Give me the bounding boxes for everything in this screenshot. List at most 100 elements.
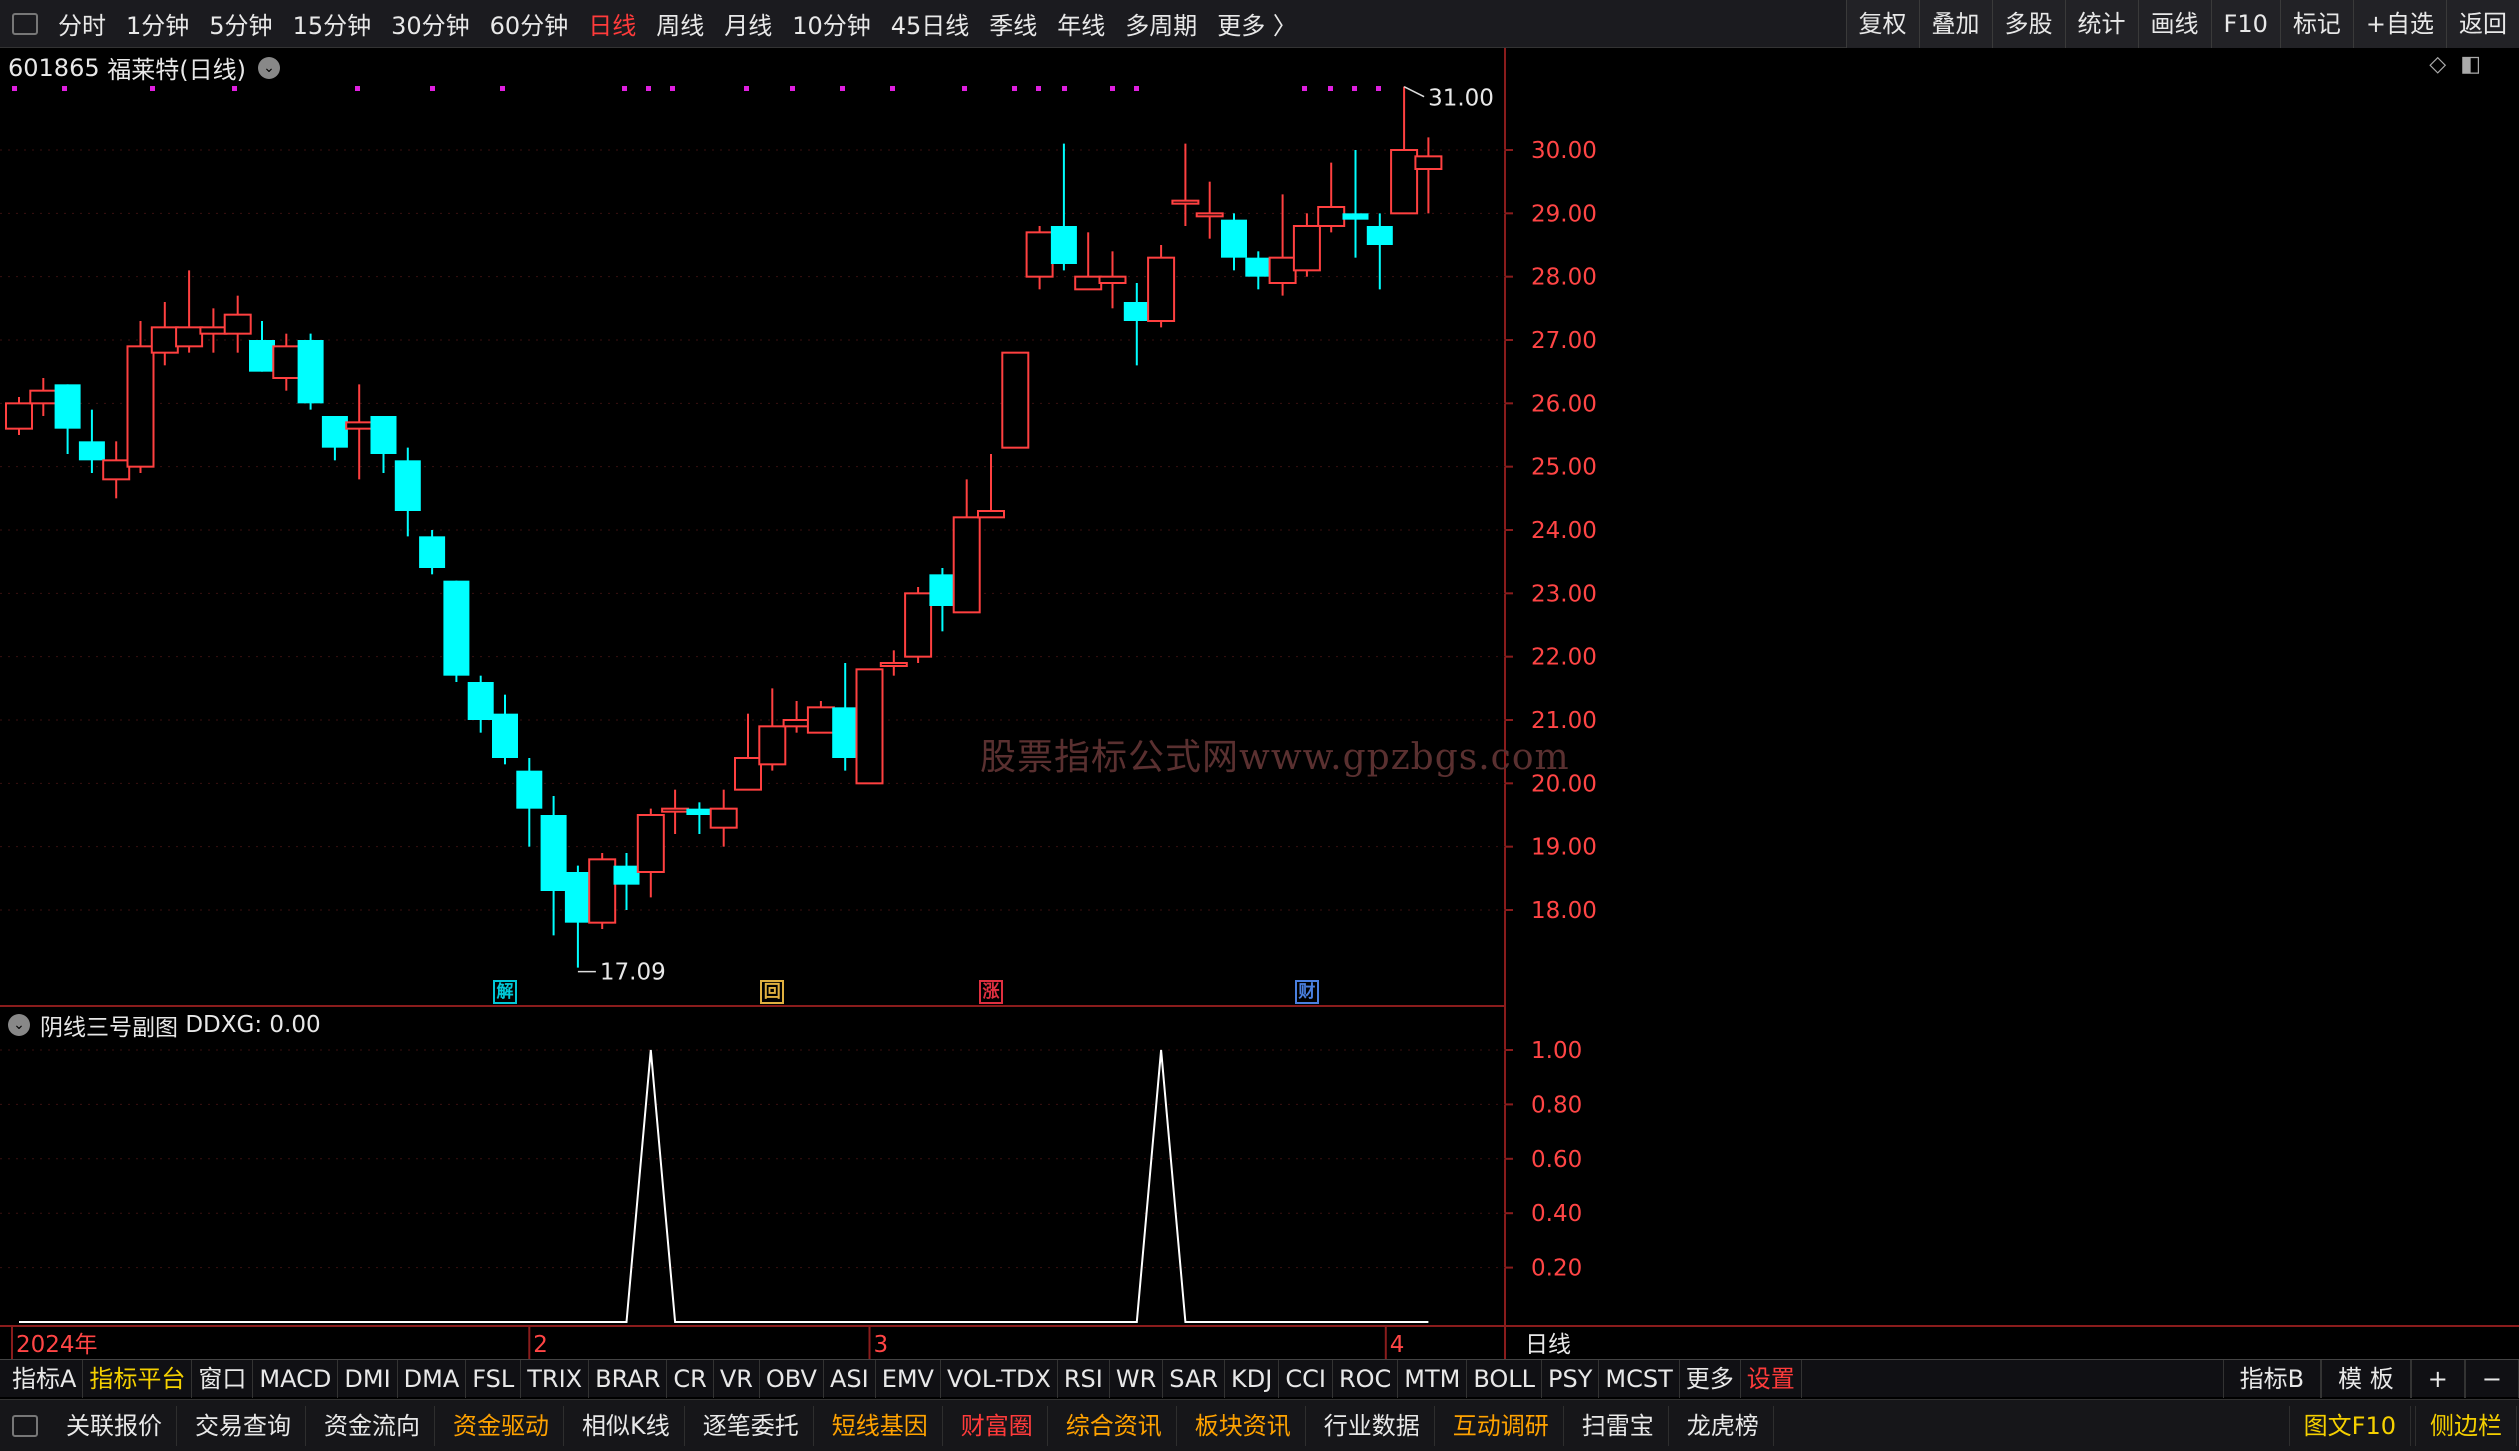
function-list: 关联报价 交易查询 资金流向 资金驱动 相似K线 逐笔委托 短线基因 财富圈 综合资讯 板块资讯行… — [50, 1405, 1776, 1446]
indicator-tab[interactable]: 更多 — [1680, 1359, 1741, 1398]
signal-dot — [1376, 86, 1381, 91]
candle-body-up — [345, 421, 374, 430]
candle-body-up — [977, 510, 1005, 519]
function-button[interactable]: 相似K线 — [568, 1405, 685, 1446]
function-button[interactable]: 关联报价 — [52, 1405, 177, 1446]
indicator-tab[interactable]: BOLL — [1467, 1359, 1543, 1398]
function-right-button[interactable]: 侧边栏 — [2415, 1406, 2517, 1446]
candle-body-down — [1123, 302, 1150, 321]
indicator-tab[interactable]: 指标A — [6, 1359, 84, 1398]
indicator-tab[interactable]: VOL-TDX — [941, 1359, 1058, 1398]
time-label: 4 — [1390, 1332, 1405, 1358]
function-button[interactable]: 资金流向 — [310, 1405, 435, 1446]
chevron-down-icon[interactable]: ⌄ — [8, 1014, 30, 1036]
candle-body-down — [832, 707, 859, 758]
price-label: 18.00 — [1531, 898, 1597, 924]
price-label: 23.00 — [1531, 581, 1597, 607]
indicator-tab[interactable]: TRIX — [521, 1359, 590, 1398]
candle-body-up — [952, 516, 981, 614]
candle-body-down — [54, 384, 81, 429]
candle-body-up — [1098, 275, 1127, 284]
chart-canvas[interactable]: 30.00 29.00 28.00 27.00 26.00 25.00 24.00 23.00… — [0, 0, 2519, 1359]
indicator-tab[interactable]: VR — [714, 1359, 760, 1398]
candle-body-down — [564, 872, 591, 923]
indicator-right-button[interactable]: − — [2464, 1360, 2519, 1398]
signal-dot — [622, 86, 627, 91]
signal-dot — [500, 86, 505, 91]
candle-body-down — [516, 770, 543, 809]
watermark: 股票指标公式网www.gpzbgs.com — [980, 737, 1570, 778]
indicator-tab[interactable]: BRAR — [589, 1359, 668, 1398]
indicator-tab[interactable]: 指标平台 — [83, 1359, 193, 1398]
indicator-tab[interactable]: DMI — [338, 1359, 398, 1398]
candle-body-down — [1366, 226, 1393, 245]
signal-dot — [744, 86, 749, 91]
sub-chart-value: DDXG: 0.00 — [185, 1012, 321, 1038]
indicator-right-button[interactable]: + — [2410, 1360, 2465, 1398]
high-label: 31.00 — [1428, 86, 1494, 112]
candle-body-up — [806, 706, 835, 734]
indicator-tab[interactable]: 窗口 — [192, 1359, 254, 1398]
indicator-tab[interactable]: CCI — [1279, 1359, 1333, 1398]
indicator-tab[interactable]: KDJ — [1225, 1359, 1280, 1398]
toggle-icon[interactable] — [12, 1414, 38, 1437]
signal-dot — [1302, 86, 1307, 91]
event-marker[interactable]: 解 — [493, 980, 517, 1004]
price-label: 30.00 — [1531, 138, 1597, 164]
candle-body-up — [5, 402, 33, 430]
candle-body-down — [1050, 226, 1077, 264]
function-button[interactable]: 资金驱动 — [439, 1405, 564, 1446]
function-button[interactable]: 互动调研 — [1439, 1405, 1564, 1446]
function-right-button[interactable]: 图文F10 — [2288, 1406, 2411, 1446]
indicator-tab[interactable]: MACD — [253, 1359, 339, 1398]
function-button[interactable]: 扫雷宝 — [1568, 1405, 1669, 1446]
indicator-right-button[interactable]: 模 板 — [2321, 1360, 2411, 1398]
function-button[interactable]: 短线基因 — [818, 1405, 943, 1446]
candle-body-down — [370, 416, 397, 454]
candle-body-up — [199, 326, 228, 335]
function-button[interactable]: 逐笔委托 — [689, 1405, 814, 1446]
function-button[interactable]: 综合资讯 — [1052, 1405, 1177, 1446]
function-button[interactable]: 财富圈 — [947, 1405, 1048, 1446]
indicator-tab[interactable]: ASI — [824, 1359, 876, 1398]
candle-body-down — [321, 416, 348, 448]
indicator-tab[interactable]: OBV — [760, 1359, 824, 1398]
indicator-tab[interactable]: MTM — [1398, 1359, 1468, 1398]
function-button[interactable]: 龙虎榜 — [1673, 1405, 1774, 1446]
indicator-tab[interactable]: EMV — [876, 1359, 941, 1398]
event-marker[interactable]: 涨 — [979, 980, 1003, 1004]
candle-body-down — [1221, 219, 1247, 258]
signal-dot — [150, 86, 155, 91]
indicator-tab[interactable]: SAR — [1163, 1359, 1226, 1398]
candle-body-up — [272, 345, 301, 380]
event-marker[interactable]: 财 — [1294, 980, 1319, 1004]
signal-dot — [840, 86, 845, 91]
indicator-tab[interactable]: PSY — [1542, 1359, 1600, 1398]
sub-y-label: 0.40 — [1531, 1201, 1582, 1227]
candle-body-up — [661, 807, 690, 813]
signal-dot — [790, 86, 795, 91]
signal-dot — [62, 86, 67, 91]
indicator-tab[interactable]: MCST — [1599, 1359, 1680, 1398]
indicator-tab[interactable]: ROC — [1333, 1359, 1399, 1398]
indicator-tab[interactable]: CR — [667, 1359, 714, 1398]
event-marker[interactable]: 回 — [760, 980, 785, 1004]
candle-body-up — [1414, 155, 1443, 170]
candle-body-up — [855, 668, 884, 785]
indicator-tab[interactable]: RSI — [1058, 1359, 1110, 1398]
function-button[interactable]: 行业数据 — [1310, 1405, 1435, 1446]
price-label: 22.00 — [1531, 645, 1597, 671]
indicator-tab[interactable]: 设置 — [1741, 1359, 1802, 1398]
function-button[interactable]: 板块资讯 — [1181, 1405, 1306, 1446]
candle-body-down — [419, 536, 446, 568]
indicator-tab[interactable]: FSL — [466, 1359, 522, 1398]
function-bar: 关联报价 交易查询 资金流向 资金驱动 相似K线 逐笔委托 短线基因 财富圈 综合资讯 板块资讯行… — [0, 1399, 2519, 1451]
function-button[interactable]: 交易查询 — [181, 1405, 306, 1446]
signal-dot — [1134, 86, 1139, 91]
indicator-right-button[interactable]: 指标B — [2222, 1360, 2322, 1398]
time-label: 2024年 — [16, 1332, 98, 1358]
indicator-tab[interactable]: DMA — [398, 1359, 467, 1398]
indicator-bar-right: 指标B 模 板 + − — [2222, 1360, 2519, 1398]
indicator-tab[interactable]: WR — [1110, 1359, 1164, 1398]
price-label: 19.00 — [1531, 835, 1597, 861]
